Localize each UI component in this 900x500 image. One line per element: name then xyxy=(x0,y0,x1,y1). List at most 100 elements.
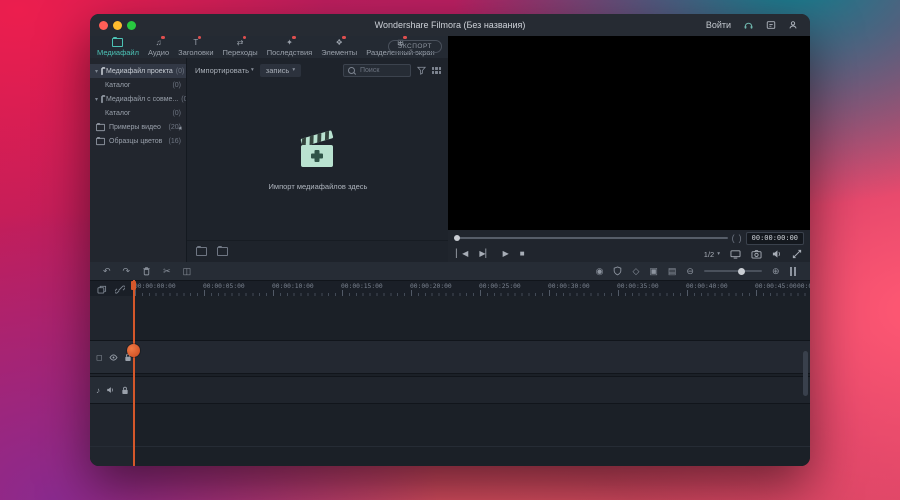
delete-folder-icon[interactable] xyxy=(217,246,228,256)
tree-item[interactable]: ▾Медиафайл с совме...(0) xyxy=(90,92,186,106)
tab-label: Элементы xyxy=(321,47,358,57)
tab-mediafile[interactable]: Медиафайл xyxy=(97,36,139,57)
video-track[interactable]: ◻ xyxy=(90,340,810,374)
transport-controls: ▏◀ ▶▏ ▶ ■ 1/2 ▾ xyxy=(448,246,810,262)
ruler-strip[interactable]: 00:00:00:00 00:00:05:00 00:00:10:00 00:00:1… xyxy=(135,281,810,297)
search-input[interactable] xyxy=(358,65,404,75)
audio-track[interactable]: ♪ xyxy=(90,376,810,404)
account-icon[interactable] xyxy=(788,20,798,30)
tab-label: Медиафайл xyxy=(97,47,139,57)
timeline-vertical-scrollbar[interactable] xyxy=(803,351,808,396)
import-dropdown[interactable]: Импортировать ▾ xyxy=(195,66,254,75)
support-headset-icon[interactable] xyxy=(743,20,754,31)
ruler-timecode: 00:00:30:00 xyxy=(548,282,590,290)
ruler-timecode: 00:00:45:00 xyxy=(755,282,797,290)
tree-item-label: Медиафайл с совме... xyxy=(106,95,179,103)
keyframe-icon[interactable]: ◇ xyxy=(632,266,639,277)
disclosure-arrow-icon[interactable]: ▾ xyxy=(95,68,98,75)
new-content-badge xyxy=(342,35,346,39)
crop-icon[interactable]: ◫ xyxy=(183,266,192,277)
tab-titles[interactable]: T Заголовки xyxy=(178,35,214,57)
fit-timeline-icon[interactable] xyxy=(789,266,796,276)
close-window-button[interactable] xyxy=(99,20,108,30)
ruler-timecode: 00:00:10:00 xyxy=(272,282,314,290)
import-hint-text: Импорт медиафайлов здесь xyxy=(268,182,368,191)
timeline-ruler[interactable]: 00:00:00:00 00:00:05:00 00:00:10:00 00:00:1… xyxy=(90,280,810,297)
tracks-divider xyxy=(90,446,810,447)
video-preview-screen[interactable] xyxy=(448,36,810,230)
tab-effects[interactable]: ✦ Последствия xyxy=(266,35,313,57)
disclosure-arrow-icon[interactable]: ▾ xyxy=(95,96,98,103)
tab-elements[interactable]: ❖ Элементы xyxy=(321,35,358,57)
volume-icon[interactable] xyxy=(772,249,782,259)
tab-audio[interactable]: ♫ Аудио xyxy=(148,35,169,57)
import-label: Импортировать xyxy=(195,65,250,75)
main-toolbar: Медиафайл ♫ Аудио T Заголовки ⇄ Переходы ✦ После… xyxy=(90,35,448,58)
filter-icon[interactable] xyxy=(417,66,426,75)
lock-track-icon[interactable] xyxy=(121,386,129,395)
import-drop-zone[interactable]: Импорт медиафайлов здесь xyxy=(187,128,449,191)
marker-shield-icon[interactable] xyxy=(613,266,622,276)
export-button[interactable]: ЭКСПОРТ xyxy=(387,40,442,53)
ruler-timecode: 00:00:00:00 xyxy=(135,282,176,290)
delete-icon[interactable] xyxy=(142,266,151,277)
preview-timecode: 00:00:00:00 xyxy=(745,231,804,245)
preview-scrubber-row: ( ) 00:00:00:00 xyxy=(448,230,810,246)
scrubber-handle[interactable] xyxy=(454,234,460,241)
tree-item[interactable]: Каталог (0) xyxy=(90,106,186,120)
mark-in-button[interactable]: ( xyxy=(732,233,735,243)
play-button[interactable]: ▶ xyxy=(503,249,509,259)
cut-scissors-icon[interactable]: ✂ xyxy=(163,266,171,277)
mark-out-button[interactable]: ) xyxy=(739,233,742,243)
transitions-icon: ⇄ xyxy=(237,35,247,47)
detach-monitor-icon[interactable] xyxy=(730,249,741,259)
zoom-slider-handle[interactable] xyxy=(737,267,745,275)
ruler-timecode: 00:00:05:00 xyxy=(203,282,245,290)
audio-track-header: ♪ xyxy=(90,377,135,403)
preview-quality-dropdown[interactable]: 1/2 ▾ xyxy=(704,250,720,259)
tab-label: Заголовки xyxy=(178,47,214,57)
fullscreen-icon[interactable] xyxy=(792,249,802,259)
mixer-icon[interactable]: ▤ xyxy=(668,266,677,277)
tab-transitions[interactable]: ⇄ Переходы xyxy=(223,35,258,57)
preview-scrubber[interactable] xyxy=(454,234,728,241)
zoom-window-button[interactable] xyxy=(127,20,136,30)
projects-panel-icon[interactable] xyxy=(766,20,776,30)
timeline-zoom-slider[interactable] xyxy=(703,267,762,275)
playhead-line[interactable] xyxy=(133,280,135,466)
tree-item[interactable]: Каталог (0) xyxy=(90,78,186,92)
login-button[interactable]: Войти xyxy=(706,20,731,30)
render-preview-icon[interactable]: ▣ xyxy=(649,266,658,277)
tree-item[interactable]: ▾ Медиафайл проекта (0) xyxy=(90,64,186,78)
track-link-icon[interactable] xyxy=(115,284,125,294)
folder-icon xyxy=(96,122,105,131)
previous-frame-button[interactable]: ▏◀ xyxy=(456,249,468,259)
toggle-visibility-icon[interactable] xyxy=(109,353,118,361)
manage-tracks-icon[interactable] xyxy=(97,285,107,294)
new-content-badge xyxy=(242,35,247,39)
record-dropdown[interactable]: запись ▾ xyxy=(259,63,302,77)
tab-label: Последствия xyxy=(266,47,313,57)
new-content-badge xyxy=(197,35,202,39)
mute-track-icon[interactable] xyxy=(106,386,115,394)
stop-button[interactable]: ■ xyxy=(520,249,525,259)
playhead-marker[interactable] xyxy=(131,281,136,290)
zoom-out-icon[interactable]: ⊖ xyxy=(686,266,694,277)
mediafile-icon xyxy=(112,36,124,47)
tree-item[interactable]: Примеры видео (20) xyxy=(90,120,186,134)
search-box[interactable] xyxy=(343,63,411,77)
next-frame-button[interactable]: ▶▏ xyxy=(479,249,491,259)
zoom-in-icon[interactable]: ⊕ xyxy=(772,266,780,277)
clapperboard-icon xyxy=(295,128,341,172)
video-track-icon: ◻ xyxy=(96,352,103,362)
playhead-grip[interactable] xyxy=(127,344,140,357)
redo-icon[interactable]: ↷ xyxy=(123,266,131,277)
add-folder-icon[interactable] xyxy=(196,246,207,256)
voiceover-record-icon[interactable]: ◉ xyxy=(596,266,604,277)
minimize-window-button[interactable] xyxy=(113,20,122,30)
tree-item[interactable]: Образцы цветов (16) xyxy=(90,134,186,148)
grid-view-icon[interactable] xyxy=(432,66,441,74)
snapshot-camera-icon[interactable] xyxy=(751,249,762,259)
collapse-sidebar-icon[interactable]: ◂ xyxy=(178,124,182,132)
undo-icon[interactable]: ↶ xyxy=(103,266,111,277)
